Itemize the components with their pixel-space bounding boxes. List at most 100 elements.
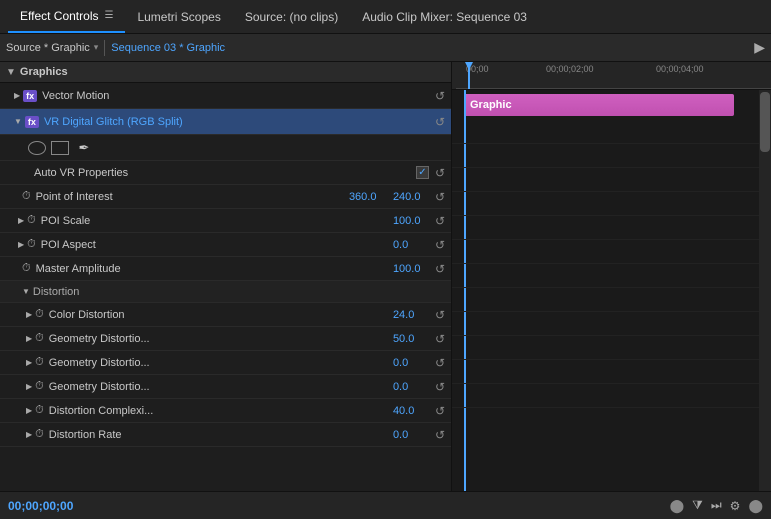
timeline-marker-icon[interactable]: ⬤: [670, 498, 685, 514]
poi-value2[interactable]: 240.0: [393, 191, 429, 203]
tab-source[interactable]: Source: (no clips): [233, 0, 350, 33]
timeline-end-icon[interactable]: ⬤: [748, 498, 763, 514]
ruler-mark-1: 00;00;02;00: [546, 64, 594, 74]
ruler-line: [456, 88, 771, 89]
master-amp-reset-icon[interactable]: ↺: [435, 262, 445, 276]
geo-dist-3-name: Geometry Distortio...: [49, 381, 385, 393]
geo-dist-1-value[interactable]: 50.0: [393, 333, 429, 345]
timeline-row-11: [452, 360, 759, 384]
scrollbar-thumb[interactable]: [760, 92, 770, 152]
tab-effect-controls[interactable]: Effect Controls ☰: [8, 0, 125, 33]
point-of-interest-row: ⏱ Point of Interest 360.0 240.0 ↺: [0, 185, 451, 209]
dist-rate-row: ▶ ⏱ Distortion Rate 0.0 ↺: [0, 423, 451, 447]
vr-digital-glitch-row[interactable]: ▼ fx VR Digital Glitch (RGB Split) ↺: [0, 109, 451, 135]
settings-icon[interactable]: ⚙: [730, 499, 741, 513]
timeline-clip-area: Graphic: [452, 90, 771, 491]
poi-aspect-row: ▶ ⏱ POI Aspect 0.0 ↺: [0, 233, 451, 257]
auto-vr-reset-icon[interactable]: ↺: [435, 166, 445, 180]
dist-rate-value[interactable]: 0.0: [393, 429, 429, 441]
dist-rate-name: Distortion Rate: [49, 429, 385, 441]
tab-effect-controls-label: Effect Controls: [20, 9, 98, 23]
tab-menu-icon[interactable]: ☰: [104, 10, 113, 21]
geo-dist-2-reset-icon[interactable]: ↺: [435, 356, 445, 370]
geo-dist-2-chevron-icon: ▶: [26, 358, 32, 367]
poi-aspect-value[interactable]: 0.0: [393, 239, 429, 251]
geo-dist-3-reset-icon[interactable]: ↺: [435, 380, 445, 394]
poi-scale-chevron-icon: ▶: [18, 216, 24, 225]
poi-scale-reset-icon[interactable]: ↺: [435, 214, 445, 228]
timeline-row-4: [452, 192, 759, 216]
graphic-clip-label: Graphic: [470, 99, 512, 111]
pen-tool-button[interactable]: ✒: [74, 141, 94, 155]
auto-vr-label: Auto VR Properties: [34, 167, 408, 179]
poi-name: Point of Interest: [36, 191, 341, 203]
sequence-label[interactable]: Sequence 03 * Graphic: [111, 42, 225, 54]
geo-dist-2-value[interactable]: 0.0: [393, 357, 429, 369]
ellipse-tool-button[interactable]: [28, 141, 46, 155]
dist-rate-stopwatch-icon[interactable]: ⏱: [35, 428, 44, 441]
distortion-section[interactable]: ▼ Distortion: [0, 281, 451, 303]
geo-dist-1-name: Geometry Distortio...: [49, 333, 385, 345]
vr-glitch-fx-badge: fx: [25, 116, 39, 128]
tab-audio-clip-mixer[interactable]: Audio Clip Mixer: Sequence 03: [350, 0, 539, 33]
color-dist-reset-icon[interactable]: ↺: [435, 308, 445, 322]
graphic-clip[interactable]: Graphic: [464, 94, 734, 116]
timeline-arrow-icon[interactable]: ▶: [754, 39, 765, 56]
skip-forward-icon[interactable]: ⏭: [711, 498, 722, 513]
vector-motion-name: Vector Motion: [42, 90, 435, 102]
graphics-section-header: ▼ Graphics: [0, 62, 451, 83]
auto-vr-checkbox[interactable]: [416, 166, 429, 179]
playhead-arrow-icon: [465, 62, 473, 70]
geo-dist-3-stopwatch-icon[interactable]: ⏱: [35, 380, 44, 393]
timeline-bottom-icons: ⬤ ⧩ ⏭ ⚙ ⬤: [670, 498, 763, 514]
source-divider: [104, 40, 105, 56]
poi-aspect-reset-icon[interactable]: ↺: [435, 238, 445, 252]
graphics-collapse-icon[interactable]: ▼: [6, 67, 16, 78]
tab-bar: Effect Controls ☰ Lumetri Scopes Source:…: [0, 0, 771, 34]
geo-dist-1-stopwatch-icon[interactable]: ⏱: [35, 332, 44, 345]
poi-scale-value[interactable]: 100.0: [393, 215, 429, 227]
timeline-row-5: [452, 216, 759, 240]
poi-reset-icon[interactable]: ↺: [435, 190, 445, 204]
master-amp-stopwatch-icon[interactable]: ⏱: [22, 262, 31, 275]
poi-aspect-name: POI Aspect: [41, 239, 385, 251]
timeline-row-8: [452, 288, 759, 312]
poi-scale-stopwatch-icon[interactable]: ⏱: [27, 214, 36, 227]
vr-glitch-reset-icon[interactable]: ↺: [435, 115, 445, 129]
right-scrollbar[interactable]: [759, 90, 771, 491]
geo-dist-3-value[interactable]: 0.0: [393, 381, 429, 393]
right-panel: 00;00 00;00;02;00 00;00;04;00 Graphic: [452, 62, 771, 491]
geo-dist-3-row: ▶ ⏱ Geometry Distortio... 0.0 ↺: [0, 375, 451, 399]
poi-value1[interactable]: 360.0: [349, 191, 385, 203]
timeline-row-12: [452, 384, 759, 408]
source-select[interactable]: Source * Graphic ▾: [6, 42, 98, 54]
vector-motion-reset-icon[interactable]: ↺: [435, 89, 445, 103]
color-dist-stopwatch-icon[interactable]: ⏱: [35, 308, 44, 321]
vector-motion-row[interactable]: ▶ fx Vector Motion ↺: [0, 83, 451, 109]
master-amplitude-row: ⏱ Master Amplitude 100.0 ↺: [0, 257, 451, 281]
auto-vr-row: Auto VR Properties ↺: [0, 161, 451, 185]
tab-lumetri-scopes[interactable]: Lumetri Scopes: [125, 0, 232, 33]
geo-dist-1-reset-icon[interactable]: ↺: [435, 332, 445, 346]
master-amp-name: Master Amplitude: [36, 263, 385, 275]
rectangle-tool-button[interactable]: [51, 141, 69, 155]
timeline-row-9: [452, 312, 759, 336]
timeline-row-6: [452, 240, 759, 264]
dist-complexity-chevron-icon: ▶: [26, 406, 32, 415]
vector-motion-chevron-icon: ▶: [14, 91, 20, 100]
color-dist-value[interactable]: 24.0: [393, 309, 429, 321]
dist-rate-reset-icon[interactable]: ↺: [435, 428, 445, 442]
timeline-row-2: [452, 144, 759, 168]
master-amp-value[interactable]: 100.0: [393, 263, 429, 275]
dist-complexity-value[interactable]: 40.0: [393, 405, 429, 417]
funnel-icon[interactable]: ⧩: [692, 498, 703, 513]
timecode-display: 00;00;00;00: [8, 499, 73, 513]
geo-dist-2-stopwatch-icon[interactable]: ⏱: [35, 356, 44, 369]
dist-complexity-stopwatch-icon[interactable]: ⏱: [35, 404, 44, 417]
poi-aspect-stopwatch-icon[interactable]: ⏱: [27, 238, 36, 251]
dist-complexity-row: ▶ ⏱ Distortion Complexi... 40.0 ↺: [0, 399, 451, 423]
vector-motion-fx-badge: fx: [23, 90, 37, 102]
poi-stopwatch-icon[interactable]: ⏱: [22, 190, 31, 203]
dist-complexity-reset-icon[interactable]: ↺: [435, 404, 445, 418]
color-distortion-row: ▶ ⏱ Color Distortion 24.0 ↺: [0, 303, 451, 327]
